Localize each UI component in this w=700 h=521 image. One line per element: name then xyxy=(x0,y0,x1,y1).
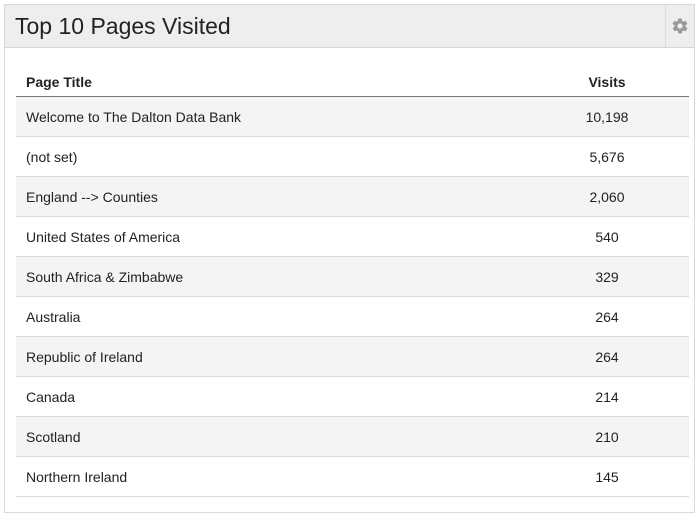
visits-cell: 214 xyxy=(595,389,619,405)
page-title-cell: Scotland xyxy=(26,429,81,445)
visits-cell: 2,060 xyxy=(589,189,625,205)
table-row: Republic of Ireland 264 xyxy=(16,337,689,377)
table-row: England --> Counties 2,060 xyxy=(16,177,689,217)
visits-cell: 10,198 xyxy=(585,109,629,125)
top-pages-widget: Top 10 Pages Visited Page Title Visits W… xyxy=(4,4,695,513)
column-header-page-title: Page Title xyxy=(26,74,92,90)
table-row: United States of America 540 xyxy=(16,217,689,257)
page-title-cell: Welcome to The Dalton Data Bank xyxy=(26,109,242,125)
visits-cell: 329 xyxy=(595,269,619,285)
page-title-cell: United States of America xyxy=(26,229,181,245)
page-title-cell: South Africa & Zimbabwe xyxy=(26,269,184,285)
table-row: Australia 264 xyxy=(16,297,689,337)
table-row: Welcome to The Dalton Data Bank 10,198 xyxy=(16,97,689,137)
gear-icon xyxy=(672,18,688,34)
table-row: Canada 214 xyxy=(16,377,689,417)
visits-cell: 210 xyxy=(595,429,619,445)
table-row: Northern Ireland 145 xyxy=(16,457,689,497)
widget-settings-button[interactable] xyxy=(665,5,694,47)
page-title-cell: Northern Ireland xyxy=(26,469,128,485)
page-title-cell: Canada xyxy=(26,389,76,405)
visits-cell: 264 xyxy=(595,309,619,325)
widget-header: Top 10 Pages Visited xyxy=(5,5,694,48)
pages-table: Page Title Visits Welcome to The Dalton … xyxy=(16,62,689,497)
table-row: Scotland 210 xyxy=(16,417,689,457)
table-row: (not set) 5,676 xyxy=(16,137,689,177)
page-title-cell: (not set) xyxy=(26,149,78,165)
visits-cell: 540 xyxy=(595,229,619,245)
widget-title: Top 10 Pages Visited xyxy=(15,13,231,39)
page-title-cell: England --> Counties xyxy=(26,189,158,205)
column-header-visits: Visits xyxy=(588,74,626,90)
visits-cell: 264 xyxy=(595,349,619,365)
table-row: South Africa & Zimbabwe 329 xyxy=(16,257,689,297)
visits-cell: 145 xyxy=(595,469,619,485)
page-title-cell: Australia xyxy=(26,309,81,325)
visits-cell: 5,676 xyxy=(589,149,625,165)
table-header: Page Title Visits xyxy=(16,62,689,97)
page-title-cell: Republic of Ireland xyxy=(26,349,143,365)
